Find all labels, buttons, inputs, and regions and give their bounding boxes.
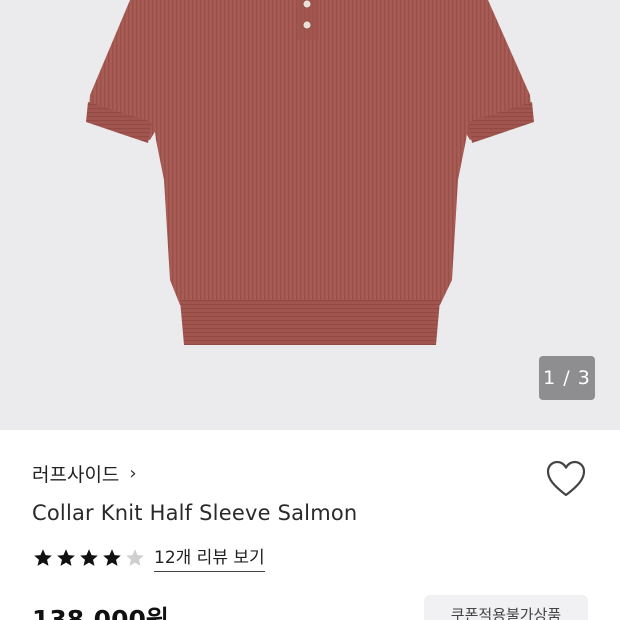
star-empty-icon — [126, 548, 144, 566]
star-filled-icon — [34, 548, 52, 566]
star-filled-icon — [103, 548, 121, 566]
coupon-badge: 쿠폰적용불가상품 — [424, 595, 588, 620]
product-price: 138,000원 — [32, 605, 169, 620]
product-photo — [86, 0, 534, 345]
product-title: Collar Knit Half Sleeve Salmon — [32, 501, 358, 525]
star-rating — [32, 547, 146, 569]
chevron-right-icon: › — [129, 463, 137, 484]
image-counter: 1 / 3 — [539, 356, 595, 400]
product-image-gallery[interactable]: 1 / 3 — [0, 0, 620, 430]
rating-row: 12개 리뷰 보기 — [32, 543, 265, 572]
brand-link[interactable]: 러프사이드 › — [32, 460, 137, 487]
star-filled-icon — [80, 548, 98, 566]
brand-name: 러프사이드 — [32, 464, 120, 486]
reviews-link[interactable]: 12개 리뷰 보기 — [154, 543, 265, 572]
product-info: 러프사이드 › Collar Knit Half Sleeve Salmon 1… — [0, 430, 620, 620]
heart-outline-icon[interactable] — [546, 460, 586, 498]
star-filled-icon — [57, 548, 75, 566]
